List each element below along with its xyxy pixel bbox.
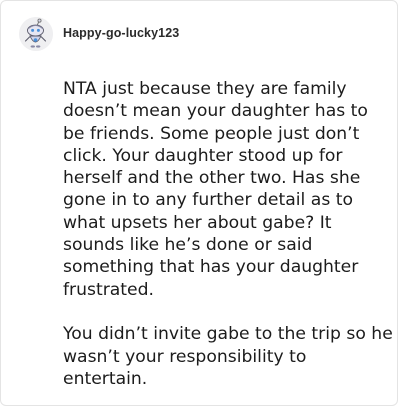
snoo-avatar-icon bbox=[19, 17, 53, 51]
username-link[interactable]: Happy-go-lucky123 bbox=[63, 26, 179, 40]
comment-paragraph: NTA just because they are family doesn’t… bbox=[63, 79, 368, 300]
user-avatar[interactable] bbox=[19, 17, 53, 51]
comment-body: NTA just because they are family doesn’t… bbox=[63, 78, 393, 390]
comment-card: Happy-go-lucky123 NTA just because they … bbox=[0, 0, 398, 406]
comment-paragraph: You didn’t invite gabe to the trip so he… bbox=[63, 324, 393, 389]
